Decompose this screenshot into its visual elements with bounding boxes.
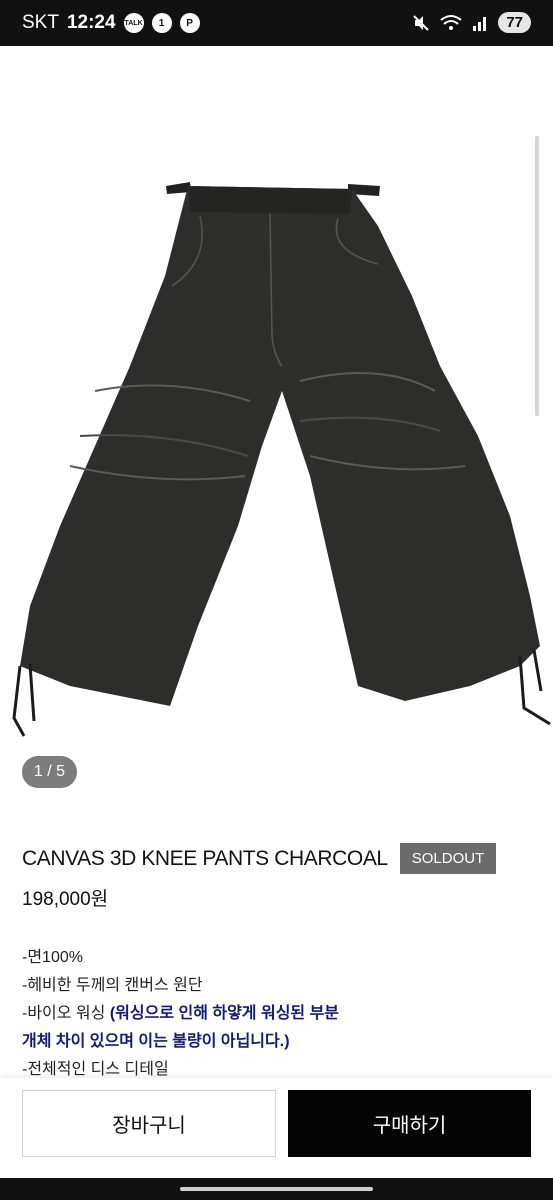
product-description: -면100% -헤비한 두께의 캔버스 원단 -바이오 워싱 (워싱으로 인해 … bbox=[22, 944, 339, 1084]
product-image-gallery[interactable] bbox=[0, 46, 553, 816]
mute-icon bbox=[413, 14, 430, 31]
carrier-label: SKT bbox=[22, 12, 59, 33]
product-image[interactable] bbox=[0, 46, 553, 816]
status-right: 77 bbox=[412, 12, 531, 33]
wifi-icon bbox=[440, 14, 462, 30]
product-title: CANVAS 3D KNEE PANTS CHARCOAL bbox=[22, 846, 388, 870]
description-highlight: 개체 차이 있으며 이는 불량이 아닙니다.) bbox=[22, 1033, 290, 1050]
pinterest-icon: P bbox=[179, 13, 200, 33]
description-line: -바이오 워싱 (워싱으로 인해 하얗게 워싱된 부분 bbox=[22, 1000, 339, 1028]
description-line: -헤비한 두께의 캔버스 원단 bbox=[22, 977, 203, 994]
image-counter: 1 / 5 bbox=[22, 756, 77, 788]
add-to-cart-button[interactable]: 장바구니 bbox=[22, 1090, 276, 1157]
kakaotalk-icon: TALK bbox=[123, 13, 144, 33]
signal-icon bbox=[473, 16, 487, 31]
home-indicator[interactable] bbox=[180, 1187, 373, 1191]
product-title-row: CANVAS 3D KNEE PANTS CHARCOAL SOLDOUT bbox=[22, 843, 497, 874]
description-line: -면100% bbox=[22, 949, 83, 966]
soldout-badge: SOLDOUT bbox=[399, 843, 497, 874]
notification-count-icon: 1 bbox=[151, 13, 172, 33]
status-left: SKT 12:24 TALK 1 P bbox=[22, 12, 200, 34]
buy-now-button[interactable]: 구매하기 bbox=[288, 1090, 531, 1157]
page-scrollbar[interactable] bbox=[535, 136, 539, 416]
description-text: -바이오 워싱 bbox=[22, 1005, 110, 1022]
description-highlight: (워싱으로 인해 하얗게 워싱된 부분 bbox=[109, 1005, 340, 1022]
status-bar: SKT 12:24 TALK 1 P 77 bbox=[0, 0, 553, 46]
battery-icon: 77 bbox=[498, 12, 531, 33]
system-navigation-bar bbox=[0, 1178, 553, 1200]
product-price: 198,000원 bbox=[22, 889, 109, 910]
bottom-action-bar: 장바구니 구매하기 bbox=[0, 1078, 553, 1178]
clock: 12:24 bbox=[66, 12, 116, 33]
